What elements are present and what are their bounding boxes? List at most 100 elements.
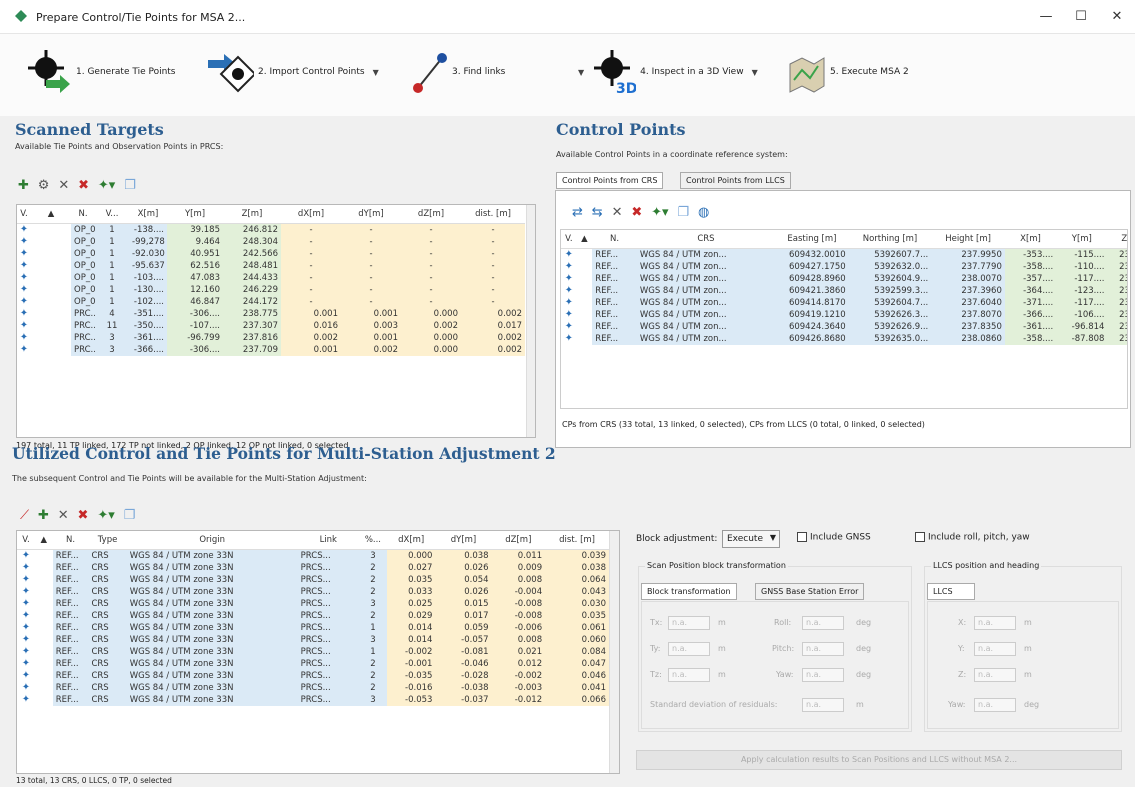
- ty-field[interactable]: n.a.: [668, 642, 710, 656]
- minimize-button[interactable]: —: [1033, 6, 1059, 28]
- column-header[interactable]: Y[m]: [1056, 230, 1108, 249]
- table-row[interactable]: ✦ REF... WGS 84 / UTM zon... 609427.1750 539…: [561, 260, 1127, 273]
- maximize-button[interactable]: ☐: [1068, 6, 1094, 28]
- table-row[interactable]: ✦ REF... CRS WGS 84 / UTM zone 33N PRCS... 1 0…: [17, 621, 609, 634]
- delete-all-icon[interactable]: ✖: [631, 205, 642, 220]
- table-row[interactable]: ✦ REF... CRS WGS 84 / UTM zone 33N PRCS... 2 0…: [17, 561, 609, 574]
- table-row[interactable]: ✦ REF... WGS 84 / UTM zon... 609428.8960 539…: [561, 272, 1127, 285]
- table-row[interactable]: ✦ REF... CRS WGS 84 / UTM zone 33N PRCS... 1-…: [17, 645, 609, 658]
- include-gnss-checkbox[interactable]: Include GNSS: [797, 532, 871, 543]
- table-row[interactable]: ✦OP_051-103....47.083244.433----: [17, 271, 525, 284]
- column-header[interactable]: N.: [592, 230, 637, 249]
- copy-icon[interactable]: ❐: [124, 178, 136, 193]
- block-adjustment-select[interactable]: Execute ▼: [722, 530, 780, 548]
- scrollbar[interactable]: [609, 531, 619, 773]
- y-field[interactable]: n.a.: [974, 642, 1016, 656]
- llcs-yaw-field[interactable]: n.a.: [974, 698, 1016, 712]
- column-header[interactable]: dX[m]: [281, 205, 341, 224]
- include-rpy-checkbox[interactable]: Include roll, pitch, yaw: [915, 532, 1030, 543]
- table-row[interactable]: ✦PRC...3-361....-96.799237.8160.0020.001…: [17, 331, 525, 344]
- column-header[interactable]: dist. [m]: [461, 205, 525, 224]
- chevron-down-icon[interactable]: ▼: [752, 68, 758, 77]
- column-header[interactable]: V.: [17, 205, 31, 224]
- delete-all-icon[interactable]: ✖: [78, 508, 89, 523]
- table-row[interactable]: ✦OP_041-95.63762.516248.481----: [17, 259, 525, 272]
- add-target-icon[interactable]: ✚: [18, 178, 29, 193]
- copy-icon[interactable]: ❐: [677, 205, 689, 220]
- x-field[interactable]: n.a.: [974, 616, 1016, 630]
- import-control-points-button[interactable]: 2. Import Control Points ▼: [206, 48, 379, 96]
- scanned-targets-table[interactable]: V. ▲ N. V... X[m] Y[m] Z[m] dX[m] dY[m] dZ[m] dist…: [16, 204, 536, 438]
- delete-icon[interactable]: ✕: [58, 178, 69, 193]
- tx-field[interactable]: n.a.: [668, 616, 710, 630]
- delete-icon[interactable]: ✕: [58, 508, 69, 523]
- column-header[interactable]: X[m]: [129, 205, 167, 224]
- pitch-field[interactable]: n.a.: [802, 642, 844, 656]
- tab-control-points-crs[interactable]: Control Points from CRS: [556, 172, 664, 189]
- column-header[interactable]: V.: [17, 531, 35, 550]
- apply-results-button[interactable]: Apply calculation results to Scan Positi…: [636, 750, 1122, 770]
- delete-all-icon[interactable]: ✖: [78, 178, 89, 193]
- find-links-button[interactable]: 3. Find links: [412, 48, 505, 96]
- table-row[interactable]: ✦ REF... CRS WGS 84 / UTM zone 33N PRCS... 2-…: [17, 681, 609, 694]
- gear-icon[interactable]: ⚙: [38, 178, 50, 193]
- table-row[interactable]: ✦ REF... CRS WGS 84 / UTM zone 33N PRCS... 2-…: [17, 657, 609, 670]
- delete-icon[interactable]: ✕: [612, 205, 623, 220]
- column-header[interactable]: N.: [52, 531, 89, 550]
- table-row[interactable]: ✦PRC...3-366....-306....237.7090.0010.00…: [17, 343, 525, 356]
- table-row[interactable]: ✦OP_071-102....46.847244.172----: [17, 295, 525, 308]
- tz-field[interactable]: n.a.: [668, 668, 710, 682]
- column-header[interactable]: dX[m]: [386, 531, 436, 550]
- inspect-3d-button[interactable]: ▼ 3D 4. Inspect in a 3D View ▼: [578, 48, 758, 96]
- column-header[interactable]: dY[m]: [341, 205, 401, 224]
- close-button[interactable]: ✕: [1104, 6, 1130, 28]
- column-header[interactable]: Height [m]: [931, 230, 1005, 249]
- table-row[interactable]: ✦ REF... CRS WGS 84 / UTM zone 33N PRCS... 3-…: [17, 693, 609, 706]
- table-row[interactable]: ✦ REF... WGS 84 / UTM zon... 609424.3640 539…: [561, 320, 1127, 333]
- column-header[interactable]: Easting [m]: [775, 230, 849, 249]
- table-row[interactable]: ✦ REF... CRS WGS 84 / UTM zone 33N PRCS... 2 0…: [17, 609, 609, 622]
- table-row[interactable]: ✦ REF... CRS WGS 84 / UTM zone 33N PRCS... 2 0…: [17, 585, 609, 598]
- control-points-table[interactable]: V. ▲ N. CRS Easting [m] Northing [m] Height [m…: [560, 229, 1128, 409]
- table-row[interactable]: ✦ REF... CRS WGS 84 / UTM zone 33N PRCS... 3 0…: [17, 597, 609, 610]
- column-header[interactable]: ▲: [576, 230, 593, 249]
- column-header[interactable]: Origin: [126, 531, 298, 550]
- column-header[interactable]: X[m]: [1004, 230, 1057, 249]
- tab-gnss-base-station-error[interactable]: GNSS Base Station Error: [755, 583, 865, 600]
- table-row[interactable]: ✦ REF... WGS 84 / UTM zon... 609419.1210 539…: [561, 308, 1127, 321]
- column-header[interactable]: %...: [358, 531, 387, 550]
- table-row[interactable]: ✦ REF... CRS WGS 84 / UTM zone 33N PRCS... 2-…: [17, 669, 609, 682]
- scrollbar[interactable]: [526, 205, 535, 437]
- table-row[interactable]: ✦ REF... CRS WGS 84 / UTM zone 33N PRCS... 2 0…: [17, 573, 609, 586]
- chevron-down-icon[interactable]: ▼: [373, 68, 379, 77]
- column-header[interactable]: Northing [m]: [848, 230, 932, 249]
- tab-control-points-llcs[interactable]: Control Points from LLCS: [680, 172, 791, 189]
- import-icon[interactable]: ⇄: [572, 205, 583, 220]
- column-header[interactable]: Y[m]: [167, 205, 223, 224]
- column-header[interactable]: dZ[m]: [491, 531, 546, 550]
- column-header[interactable]: Z[m]: [223, 205, 281, 224]
- column-header[interactable]: CRS: [636, 230, 776, 249]
- export-icon[interactable]: ⇆: [592, 205, 603, 220]
- column-header[interactable]: dY[m]: [435, 531, 492, 550]
- column-header[interactable]: dist. [m]: [545, 531, 609, 550]
- column-header[interactable]: Link: [297, 531, 359, 550]
- table-row[interactable]: ✦ REF... WGS 84 / UTM zon... 609432.0010 539…: [561, 248, 1127, 261]
- utilized-points-table[interactable]: V. ▲ N. Type Origin Link%... dX[m] dY[m] dZ[m] di…: [16, 530, 620, 774]
- column-header[interactable]: ▲: [34, 531, 53, 550]
- tab-block-transformation[interactable]: Block transformation: [641, 583, 737, 600]
- table-row[interactable]: ✦ REF... WGS 84 / UTM zon... 609421.3860 539…: [561, 284, 1127, 297]
- copy-icon[interactable]: ❐: [124, 508, 136, 523]
- roll-field[interactable]: n.a.: [802, 616, 844, 630]
- std-residuals-field[interactable]: n.a.: [802, 698, 844, 712]
- table-row[interactable]: ✦OP_011-138....39.185246.812----: [17, 223, 525, 236]
- table-row[interactable]: ✦OP_061-130....12.160246.229----: [17, 283, 525, 296]
- yaw-field[interactable]: n.a.: [802, 668, 844, 682]
- options-icon[interactable]: ✦▾: [97, 508, 114, 523]
- execute-msa-button[interactable]: 5. Execute MSA 2: [786, 48, 909, 96]
- table-row[interactable]: ✦ REF... WGS 84 / UTM zon... 609426.8680 539…: [561, 332, 1127, 345]
- table-row[interactable]: ✦OP_031-92.03040.951242.566----: [17, 247, 525, 260]
- chevron-down-icon[interactable]: ▼: [578, 68, 584, 77]
- table-row[interactable]: ✦ REF... CRS WGS 84 / UTM zone 33N PRCS... 3 0…: [17, 549, 609, 562]
- table-row[interactable]: ✦ REF... WGS 84 / UTM zon... 609414.8170 539…: [561, 296, 1127, 309]
